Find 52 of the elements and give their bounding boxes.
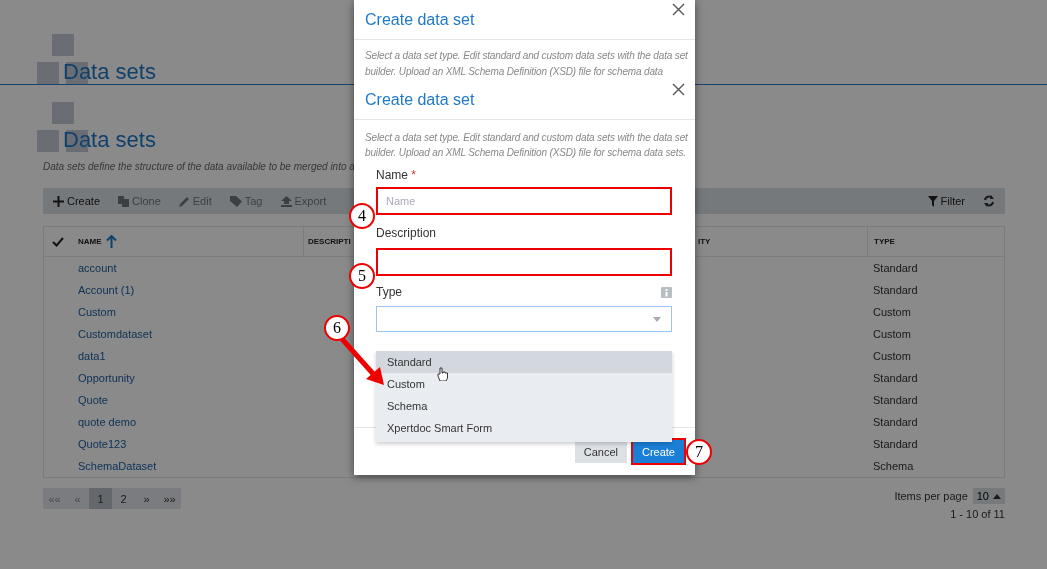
plus-button[interactable]: Create bbox=[53, 195, 101, 207]
dataset-link[interactable]: data1 bbox=[78, 350, 106, 362]
page-description: Data sets define the structure of the data available to be merged into a bbox=[43, 160, 355, 174]
table-cell: Standard bbox=[873, 438, 918, 450]
dataset-link[interactable]: account bbox=[78, 262, 117, 274]
table-cell: Custom bbox=[873, 350, 911, 362]
step-marker: 7 bbox=[686, 439, 712, 465]
column-header: DESCRIPTI bbox=[308, 237, 351, 246]
dataset-link[interactable]: Quote bbox=[78, 394, 108, 406]
table-cell: Standard bbox=[873, 416, 918, 428]
column-header: TYPE bbox=[874, 237, 895, 246]
table-cell: Standard bbox=[873, 394, 918, 406]
page-button[interactable]: »» bbox=[158, 488, 181, 509]
dataset-link[interactable]: SchemaDataset bbox=[78, 460, 157, 472]
field-label: Type bbox=[376, 284, 402, 300]
dialog-title: Create data set bbox=[365, 90, 475, 109]
table-cell: Custom bbox=[873, 306, 911, 318]
table-cell: Standard bbox=[873, 284, 918, 296]
page-button[interactable]: 2 bbox=[112, 488, 135, 509]
range-text: 1 - 10 of 11 bbox=[950, 508, 1005, 520]
page-button[interactable]: » bbox=[135, 488, 158, 509]
items-per-page-select[interactable]: 10 bbox=[972, 488, 1005, 504]
dropdown-option[interactable]: Standard bbox=[376, 351, 672, 373]
table-cell: Standard bbox=[873, 372, 918, 384]
dropdown-option[interactable]: Schema bbox=[376, 395, 672, 417]
step-marker: 6 bbox=[324, 315, 350, 341]
name-field[interactable]: Name bbox=[376, 187, 672, 215]
dataset-link[interactable]: quote demo bbox=[78, 416, 137, 428]
create-button[interactable]: Create bbox=[632, 440, 684, 463]
dataset-link[interactable]: Customdataset bbox=[78, 328, 152, 340]
page-title: Data sets bbox=[63, 127, 156, 153]
dialog-description: Select a data set type. Edit standard and custom data sets with the data set builder. Upload an XML Schema Definition (XSD) file for schema data sets. bbox=[364, 131, 689, 160]
page-button[interactable]: 1 bbox=[89, 488, 112, 509]
step-marker: 5 bbox=[349, 263, 375, 289]
dropdown-option[interactable]: Xpertdoc Smart Form bbox=[376, 417, 672, 439]
field-label: Description bbox=[376, 225, 438, 241]
dialog-description: Select a data set type. Edit standard and custom data sets with the data set builder. Upload an XML Schema Definition (XSD) file for schema data bbox=[364, 49, 689, 79]
cancel-button[interactable]: Cancel bbox=[574, 440, 627, 463]
filter-button[interactable]: Filter bbox=[927, 195, 965, 207]
table-cell: Schema bbox=[873, 460, 914, 472]
dataset-link[interactable]: Opportunity bbox=[78, 372, 135, 384]
column-header: ITY bbox=[698, 237, 711, 246]
column-header[interactable]: NAME bbox=[78, 237, 102, 246]
dialog-title: Create data set bbox=[365, 10, 475, 29]
table-cell: Custom bbox=[873, 328, 911, 340]
page-title: Data sets bbox=[63, 59, 156, 85]
dataset-link[interactable]: Quote123 bbox=[78, 438, 127, 450]
dataset-link[interactable]: Account (1) bbox=[78, 284, 135, 296]
table-cell: Standard bbox=[873, 262, 918, 274]
dataset-link[interactable]: Custom bbox=[78, 306, 116, 318]
items-per-page-label: Items per page bbox=[894, 490, 968, 502]
field-label: Name * bbox=[376, 167, 417, 183]
